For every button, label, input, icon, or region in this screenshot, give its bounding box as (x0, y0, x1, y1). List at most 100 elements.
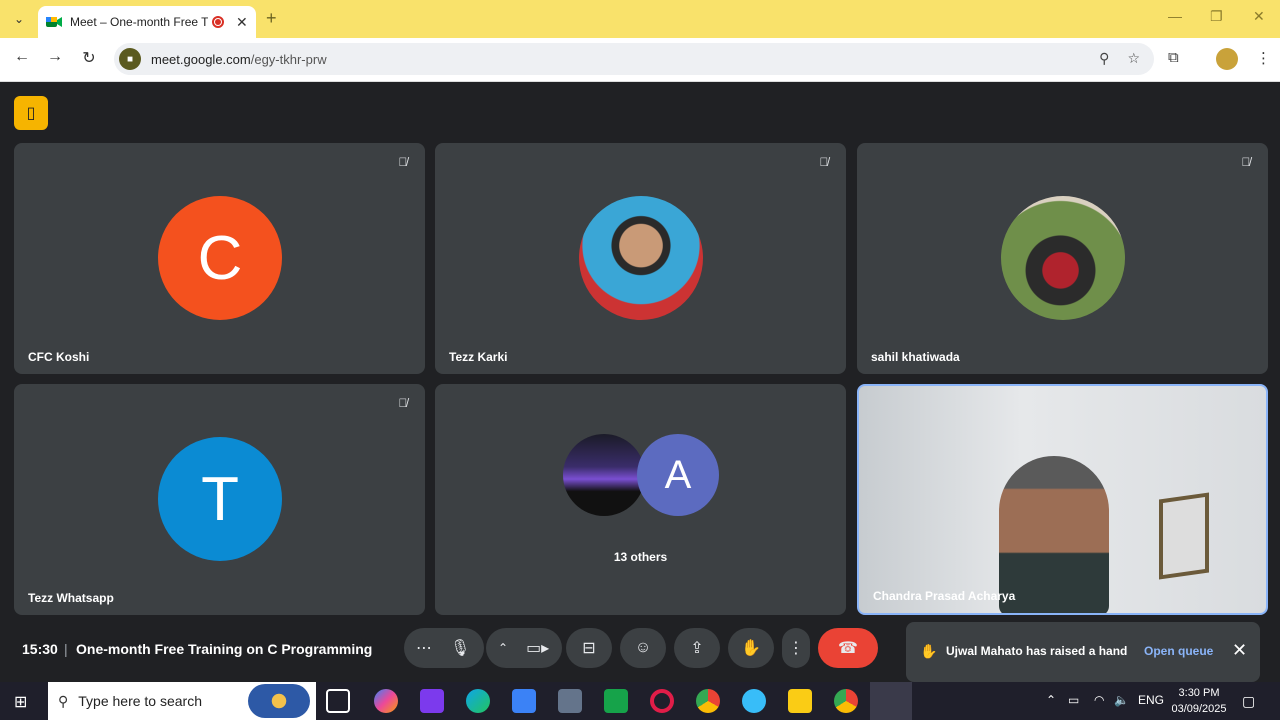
taskbar-clock[interactable]: 3:30 PM 03/09/2025 (1168, 685, 1230, 717)
language-indicator[interactable]: ENG (1138, 693, 1164, 707)
more-options-button[interactable]: ⋮ (782, 628, 810, 668)
tab-title: Meet – One-month Free Tra (70, 15, 208, 29)
mic-muted-icon: 🎙̸ (398, 396, 408, 410)
bookmark-star-icon[interactable]: ☆ (1127, 50, 1140, 67)
browser-menu-icon[interactable]: ⋮ (1256, 49, 1271, 67)
participant-name: sahil khatiwada (871, 350, 960, 364)
recording-icon (212, 16, 224, 28)
speaker-video (999, 456, 1109, 613)
participant-name: Chandra Prasad Acharya (873, 589, 1016, 603)
file-explorer-icon[interactable] (788, 689, 812, 713)
search-highlight-image (248, 684, 310, 718)
participant-tile[interactable]: 🎙̸ Tezz Karki (435, 143, 846, 374)
wall-frame (1159, 492, 1209, 580)
raise-hand-button[interactable]: ✋ (728, 628, 774, 668)
hang-up-icon: ☎ (838, 640, 858, 657)
mic-muted-icon: 🎙̸ (1241, 155, 1251, 169)
camera-icon[interactable]: ▭▸ (526, 638, 549, 658)
volume-icon[interactable]: 🔈 (1114, 693, 1129, 707)
windows-taskbar: ⊞ ⚲ Type here to search ⌃ ▭ ◠ 🔈 ENG 3:30… (0, 682, 1280, 720)
participant-name: Tezz Karki (449, 350, 508, 364)
tab-search-button[interactable]: ⌄ (6, 7, 32, 31)
chevron-up-icon[interactable]: ⌃ (1046, 693, 1056, 707)
browser-tab-strip: ⌄ Meet – One-month Free Tra ✕ + — ❐ ✕ (0, 0, 1280, 38)
activity-panel-icon[interactable]: ▯ (14, 96, 48, 130)
url-host: meet.google.com (151, 51, 251, 67)
search-placeholder: Type here to search (78, 693, 203, 709)
reactions-button[interactable]: ☺ (620, 628, 666, 668)
chrome-icon[interactable] (696, 689, 720, 713)
opera-icon[interactable] (650, 689, 674, 713)
avatar-photo (579, 196, 703, 320)
close-window-icon[interactable]: ✕ (1253, 8, 1265, 25)
participant-tile[interactable]: 🎙̸ sahil khatiwada (857, 143, 1268, 374)
telegram-icon[interactable] (742, 689, 766, 713)
taskbar-date: 03/09/2025 (1171, 703, 1227, 715)
avatar-photo (1001, 196, 1125, 320)
url-path: /egy-tkhr-prw (250, 51, 327, 67)
others-count: 13 others (613, 550, 668, 564)
copilot-icon[interactable] (374, 689, 398, 713)
chrome-profile-icon[interactable] (834, 689, 858, 713)
leave-call-button[interactable]: ☎ (818, 628, 878, 668)
microphone-icon[interactable]: 🎙 (450, 638, 470, 658)
reload-icon[interactable]: ↻ (77, 48, 101, 68)
profile-avatar[interactable] (1216, 48, 1238, 70)
spreadsheet-icon[interactable] (604, 689, 628, 713)
emoji-icon: ☺ (634, 639, 652, 656)
edge-icon[interactable] (466, 689, 490, 713)
meeting-controls-bar: 15:30 | One-month Free Training on C Pro… (0, 622, 1280, 682)
taskbar-time: 3:30 PM (1178, 687, 1220, 699)
active-tab[interactable]: Meet – One-month Free Tra ✕ (38, 6, 256, 38)
notification-message: Ujwal Mahato has raised a hand (946, 644, 1128, 658)
url-text: meet.google.com/egy-tkhr-prw (151, 52, 327, 67)
windows-start-icon[interactable]: ⊞ (14, 692, 27, 712)
minimize-icon[interactable]: — (1168, 8, 1182, 24)
task-view-icon[interactable] (326, 689, 350, 713)
meeting-title: One-month Free Training on C Programming (76, 641, 373, 657)
avatar: T (158, 437, 282, 561)
group-avatar: A (637, 434, 719, 516)
captions-icon: ⊟ (582, 640, 596, 657)
extensions-icon[interactable]: ⧉ (1168, 49, 1179, 66)
address-bar[interactable]: ■ meet.google.com/egy-tkhr-prw ⚲ ☆ (114, 43, 1154, 75)
forward-arrow-icon[interactable]: → (43, 48, 67, 66)
active-app-icon[interactable] (870, 682, 912, 720)
mic-muted-icon: 🎙̸ (398, 155, 408, 169)
zoom-icon[interactable]: ⚲ (1099, 50, 1109, 67)
active-speaker-tile[interactable]: Chandra Prasad Acharya (857, 384, 1268, 615)
camera-control-group: ⌃ ▭▸ (486, 628, 562, 668)
captions-button[interactable]: ⊟ (566, 628, 612, 668)
back-arrow-icon[interactable]: ← (10, 48, 34, 66)
taskbar-search[interactable]: ⚲ Type here to search (48, 682, 316, 720)
raised-hand-notification: ✋ Ujwal Mahato has raised a hand Open qu… (906, 622, 1260, 682)
participant-name: Tezz Whatsapp (28, 591, 114, 605)
participant-name: CFC Koshi (28, 350, 90, 364)
separator: | (64, 641, 68, 657)
google-meet-icon (46, 15, 62, 29)
participant-tile[interactable]: 🎙̸ C CFC Koshi (14, 143, 425, 374)
meet-stage: ▯ 🎙̸ C CFC Koshi 🎙̸ Tezz Karki 🎙̸ sahil … (0, 82, 1280, 682)
mic-control-group: ⋯ 🎙 (404, 628, 484, 668)
store-icon[interactable] (512, 689, 536, 713)
visual-studio-icon[interactable] (420, 689, 444, 713)
site-camera-icon[interactable]: ■ (119, 48, 141, 70)
restore-icon[interactable]: ❐ (1210, 8, 1223, 25)
present-button[interactable]: ⇪ (674, 628, 720, 668)
tab-close-button[interactable]: ✕ (236, 14, 248, 31)
present-screen-icon: ⇪ (690, 640, 704, 657)
mic-muted-icon: 🎙̸ (819, 155, 829, 169)
network-app-icon[interactable] (558, 689, 582, 713)
new-tab-button[interactable]: + (266, 8, 277, 29)
participant-tile[interactable]: 🎙̸ T Tezz Whatsapp (14, 384, 425, 615)
open-queue-link[interactable]: Open queue (1144, 644, 1213, 658)
wifi-icon[interactable]: ◠ (1094, 693, 1104, 707)
more-vert-icon: ⋮ (788, 640, 804, 657)
notifications-icon[interactable]: ▢ (1242, 693, 1255, 710)
others-tile[interactable]: A 13 others (435, 384, 846, 615)
chevron-up-icon[interactable]: ⌃ (498, 641, 508, 655)
hand-icon: ✋ (920, 643, 938, 659)
close-icon[interactable]: ✕ (1232, 640, 1247, 661)
more-audio-options-icon[interactable]: ⋯ (416, 638, 432, 658)
battery-icon[interactable]: ▭ (1068, 693, 1079, 707)
